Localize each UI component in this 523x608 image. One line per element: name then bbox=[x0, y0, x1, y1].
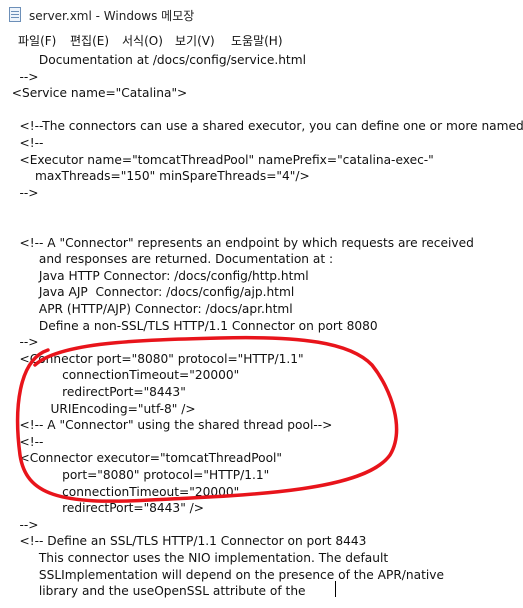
code-line: Documentation at /docs/config/service.ht… bbox=[4, 53, 306, 67]
code-line: --> bbox=[4, 69, 39, 84]
window-title: server.xml - Windows 메모장 bbox=[29, 9, 195, 23]
code-line: and responses are returned. Documentatio… bbox=[4, 252, 334, 267]
code-line: <!-- A "Connector" using the shared thre… bbox=[4, 418, 333, 433]
code-line: redirectPort="8443" bbox=[4, 385, 186, 399]
code-line: <!-- Define an SSL/TLS HTTP/1.1 Connecto… bbox=[4, 534, 367, 549]
code-line: <!-- bbox=[4, 136, 44, 150]
code-line: maxThreads="150" minSpareThreads="4"/> bbox=[4, 169, 310, 184]
code-line: connectionTimeout="20000" bbox=[4, 368, 240, 383]
text-editor[interactable]: Documentation at /docs/config/service.ht… bbox=[0, 48, 523, 608]
code-line: SSLImplementation will depend on the pre… bbox=[4, 567, 444, 582]
code-line: Java HTTP Connector: /docs/config/http.h… bbox=[4, 268, 309, 283]
text-caret bbox=[335, 581, 336, 597]
code-line: library and the useOpenSSL attribute of … bbox=[4, 584, 306, 599]
menu-bar: 파일(F) 편집(E) 서식(O) 보기(V) 도움말(H) bbox=[0, 30, 523, 48]
code-line: <!--The connectors can use a shared exec… bbox=[19, 119, 523, 134]
notepad-icon bbox=[9, 7, 21, 22]
title-bar[interactable]: server.xml - Windows 메모장 bbox=[0, 0, 523, 30]
code-line: redirectPort="8443" /> bbox=[4, 501, 204, 516]
code-line: <!-- A "Connector" represents an endpoin… bbox=[4, 235, 474, 250]
code-line: port="8080" protocol="HTTP/1.1" bbox=[4, 468, 270, 482]
menu-file[interactable]: 파일(F) bbox=[18, 32, 56, 49]
code-line: <!-- bbox=[4, 434, 44, 449]
code-line: --> bbox=[4, 335, 39, 350]
code-line: APR (HTTP/AJP) Connector: /docs/apr.html bbox=[4, 302, 293, 316]
code-line: --> bbox=[4, 517, 39, 532]
code-line: <Connector executor="tomcatThreadPool" bbox=[4, 451, 283, 466]
menu-edit[interactable]: 편집(E) bbox=[70, 32, 109, 49]
code-line: URIEncoding="utf-8" /> bbox=[4, 401, 196, 416]
code-line: <Connector port="8080" protocol="HTTP/1.… bbox=[4, 351, 304, 366]
code-line: Define a non-SSL/TLS HTTP/1.1 Connector … bbox=[4, 318, 378, 333]
menu-help[interactable]: 도움말(H) bbox=[231, 32, 283, 49]
code-line: --> bbox=[4, 185, 39, 200]
menu-view[interactable]: 보기(V) bbox=[175, 32, 215, 49]
code-line: Java AJP Connector: /docs/config/ajp.htm… bbox=[4, 285, 295, 300]
code-line: <Service name="Catalina"> bbox=[4, 86, 188, 101]
code-line: connectionTimeout="20000" bbox=[4, 484, 240, 499]
code-line: <Executor name="tomcatThreadPool" namePr… bbox=[4, 152, 434, 167]
menu-format[interactable]: 서식(O) bbox=[122, 32, 163, 49]
code-line: This connector uses the NIO implementati… bbox=[4, 551, 389, 565]
